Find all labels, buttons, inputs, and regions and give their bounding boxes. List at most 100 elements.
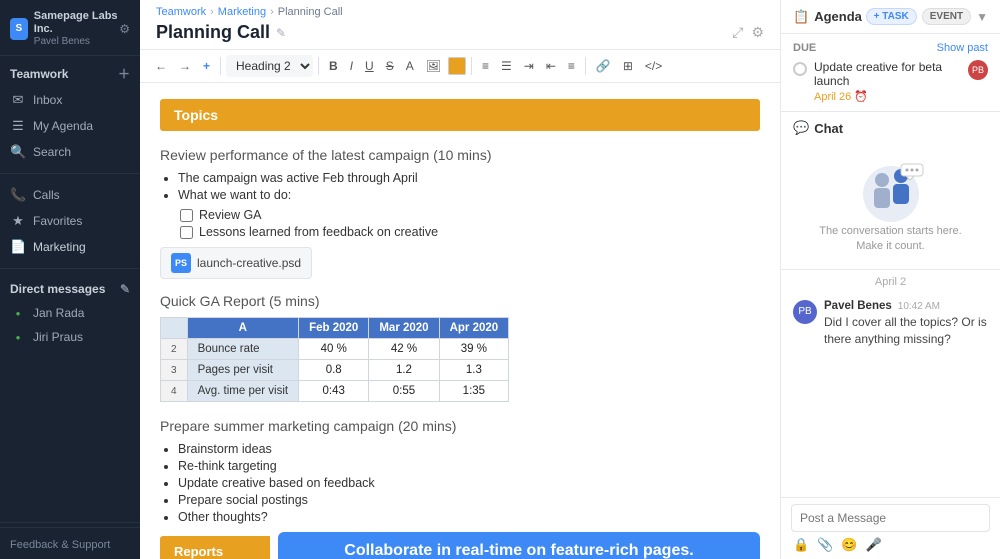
chat-messages: PB Pavel Benes 10:42 AM Did I cover all … — [781, 294, 1000, 497]
row-val-c: 1.2 — [369, 360, 439, 381]
table-col-d: Apr 2020 — [439, 318, 509, 339]
online-dot-icon-2: ● — [10, 333, 26, 342]
chat-message: PB Pavel Benes 10:42 AM Did I cover all … — [793, 300, 988, 348]
checkbox-review-ga[interactable] — [180, 209, 193, 222]
agenda-item: Update creative for beta launch April 26… — [793, 60, 988, 103]
file-attachment[interactable]: PS launch-creative.psd — [160, 247, 312, 279]
file-icon: PS — [171, 253, 191, 273]
edit-title-icon[interactable]: ✎ — [276, 26, 286, 40]
add-task-button[interactable]: + TASK — [866, 8, 917, 25]
toolbar-sep-4 — [585, 57, 586, 75]
lock-icon[interactable]: 🔒 — [793, 537, 809, 553]
add-event-button[interactable]: EVENT — [922, 8, 971, 25]
topbar: Teamwork › Marketing › Planning Call Pla… — [140, 0, 780, 50]
chat-input[interactable] — [791, 504, 990, 532]
expand-icon[interactable]: ⤢ — [732, 24, 743, 41]
dm-label: Direct messages — [10, 282, 105, 296]
bullet-item: Other thoughts? — [178, 510, 760, 524]
section-1-bullets: The campaign was active Feb through Apri… — [160, 171, 760, 202]
section-1-title: Review performance of the latest campaig… — [160, 147, 760, 163]
table-col-c: Mar 2020 — [369, 318, 439, 339]
right-panel-header: 📋 Agenda + TASK EVENT ▼ — [781, 0, 1000, 34]
agenda-due-header: Due Show past — [793, 42, 988, 54]
section-1: Review performance of the latest campaig… — [160, 147, 760, 279]
sidebar-item-marketing[interactable]: 📄 Marketing — [0, 234, 140, 260]
row-val-d: 1.3 — [439, 360, 509, 381]
image-button[interactable]: 🖼 — [421, 56, 446, 76]
settings-icon[interactable]: ⚙ — [119, 22, 130, 36]
breadcrumb: Teamwork › Marketing › Planning Call — [156, 6, 764, 18]
sidebar-divider-3 — [0, 522, 140, 523]
avatar-initials: PB — [972, 65, 984, 75]
redo-button[interactable]: → — [174, 56, 196, 76]
show-past-button[interactable]: Show past — [937, 42, 988, 54]
add-teamwork-icon[interactable]: ＋ — [118, 65, 130, 82]
mic-icon[interactable]: 🎤 — [866, 537, 882, 553]
strikethrough-button[interactable]: S — [381, 56, 399, 76]
add-button[interactable]: + — [198, 56, 215, 76]
bullet-item: Re-think targeting — [178, 459, 760, 473]
sidebar-item-label: Inbox — [33, 93, 62, 107]
align-button[interactable]: ≡ — [563, 56, 580, 76]
chat-empty-state: The conversation starts here.Make it cou… — [793, 144, 988, 261]
list-button-2[interactable]: ☰ — [496, 56, 517, 76]
row-val-d: 1:35 — [439, 381, 509, 402]
dm-section-header: Direct messages ✎ — [0, 277, 140, 301]
bold-button[interactable]: B — [324, 56, 343, 76]
italic-button[interactable]: I — [345, 56, 358, 76]
sidebar-item-jiri-praus[interactable]: ● Jiri Praus — [0, 325, 140, 349]
section-3-bullets: Brainstorm ideas Re-think targeting Upda… — [160, 442, 760, 524]
row-label: Pages per visit — [187, 360, 299, 381]
calls-icon: 📞 — [10, 187, 26, 203]
link-button[interactable]: 🔗 — [591, 56, 616, 76]
code-button[interactable]: </> — [640, 56, 667, 76]
agenda-title: 📋 Agenda — [793, 9, 862, 25]
filter-icon[interactable]: ▼ — [976, 10, 988, 24]
attach-icon[interactable]: 📎 — [817, 537, 833, 553]
chat-date-divider: April 2 — [781, 276, 1000, 288]
settings-icon-topbar[interactable]: ⚙ — [751, 24, 764, 41]
sidebar-item-inbox[interactable]: ✉ Inbox — [0, 87, 140, 113]
chat-sender-name: Pavel Benes — [824, 300, 892, 312]
breadcrumb-marketing[interactable]: Marketing — [218, 6, 266, 18]
reports-section: Reports Collaborate in real-time on feat… — [160, 532, 760, 559]
section-3: Prepare summer marketing campaign (20 mi… — [160, 418, 760, 524]
checkbox-lessons[interactable] — [180, 226, 193, 239]
row-val-c: 42 % — [369, 339, 439, 360]
table-row: 3 Pages per visit 0.8 1.2 1.3 — [161, 360, 509, 381]
task-circle[interactable] — [793, 62, 807, 76]
sidebar-item-search[interactable]: 🔍 Search — [0, 139, 140, 165]
list-button[interactable]: ≡ — [477, 56, 494, 76]
bullet-item: Brainstorm ideas — [178, 442, 760, 456]
emoji-icon[interactable]: 😊 — [841, 537, 857, 553]
sidebar-item-calls[interactable]: 📞 Calls — [0, 182, 140, 208]
topics-bar: Topics — [160, 99, 760, 131]
checkbox-label: Review GA — [199, 208, 262, 222]
font-size-button[interactable]: A — [401, 56, 419, 76]
sidebar: S Samepage Labs Inc. Pavel Benes ⚙ Teamw… — [0, 0, 140, 559]
agenda-due-section: Due Show past Update creative for beta l… — [781, 34, 1000, 112]
teamwork-label: Teamwork — [10, 67, 68, 81]
indent-button[interactable]: ⇥ — [519, 56, 539, 76]
sidebar-teamwork-section: Teamwork ＋ ✉ Inbox ☰ My Agenda 🔍 Search — [0, 56, 140, 169]
teamwork-section-header: Teamwork ＋ — [0, 60, 140, 87]
table-button[interactable]: ⊞ — [618, 56, 638, 76]
sidebar-item-my-agenda[interactable]: ☰ My Agenda — [0, 113, 140, 139]
bullet-item: Prepare social postings — [178, 493, 760, 507]
sidebar-item-favorites[interactable]: ★ Favorites — [0, 208, 140, 234]
underline-button[interactable]: U — [360, 56, 379, 76]
sidebar-feedback[interactable]: Feedback & Support — [0, 527, 140, 559]
color-picker[interactable] — [448, 57, 466, 75]
topbar-actions: ⤢ ⚙ — [732, 24, 764, 41]
new-dm-icon[interactable]: ✎ — [120, 282, 130, 296]
outdent-button[interactable]: ⇤ — [541, 56, 561, 76]
breadcrumb-sep-2: › — [270, 6, 274, 18]
company-info: Samepage Labs Inc. Pavel Benes — [34, 10, 119, 47]
heading-select[interactable]: Heading 2 Heading 1 Normal — [226, 55, 313, 77]
agenda-item-date: April 26 ⏰ — [814, 90, 961, 103]
breadcrumb-teamwork[interactable]: Teamwork — [156, 6, 206, 18]
bullet-item: The campaign was active Feb through Apri… — [178, 171, 760, 185]
row-label: Bounce rate — [187, 339, 299, 360]
sidebar-item-jan-rada[interactable]: ● Jan Rada — [0, 301, 140, 325]
undo-button[interactable]: ← — [150, 56, 172, 76]
